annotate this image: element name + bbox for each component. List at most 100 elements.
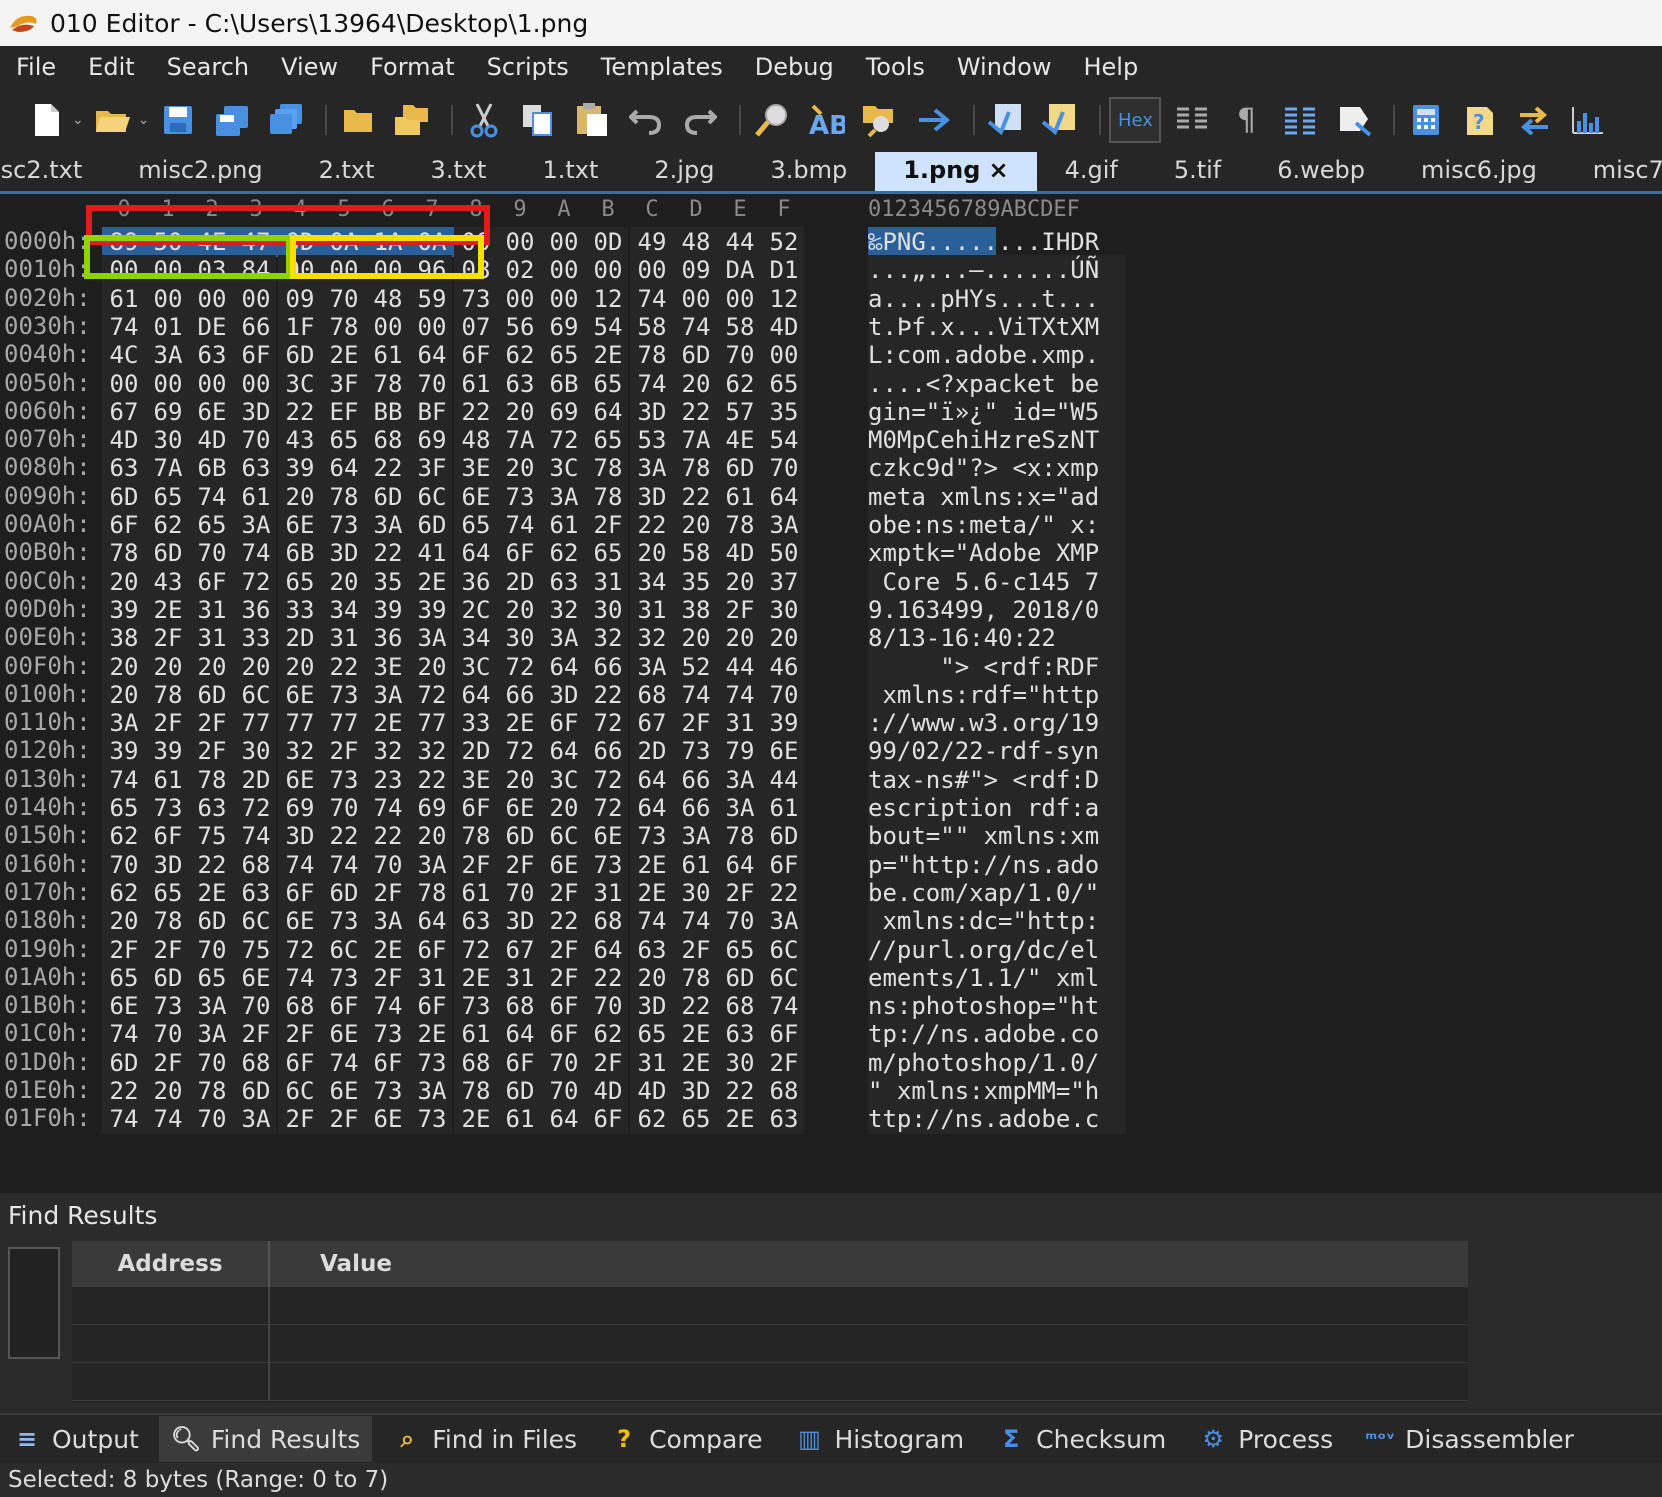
histogram-icon[interactable]: [1565, 97, 1611, 143]
hex-byte[interactable]: 6C: [234, 680, 278, 710]
hex-byte[interactable]: 34: [322, 595, 366, 625]
menu-view[interactable]: View: [265, 53, 354, 81]
hex-byte[interactable]: 62: [586, 1019, 630, 1049]
hex-byte[interactable]: 09: [278, 284, 322, 314]
hex-byte[interactable]: 6F: [498, 1048, 542, 1078]
hex-byte[interactable]: 63: [630, 935, 674, 965]
hex-byte[interactable]: 62: [146, 510, 190, 540]
find-results-options-box[interactable]: [8, 1247, 60, 1359]
hex-byte[interactable]: 78: [102, 538, 146, 568]
hex-byte[interactable]: 6D: [366, 482, 410, 512]
hex-byte[interactable]: 73: [146, 793, 190, 823]
hex-byte[interactable]: 2F: [190, 708, 234, 738]
hex-byte[interactable]: 31: [322, 623, 366, 653]
hex-byte[interactable]: 70: [410, 369, 454, 399]
hex-byte[interactable]: 3D: [322, 538, 366, 568]
hex-byte[interactable]: 20: [630, 963, 674, 993]
ascii-text[interactable]: M0MpCehiHzreSzNT: [868, 425, 1126, 456]
hex-byte[interactable]: 63: [762, 1104, 806, 1134]
bottom-tab-checksum[interactable]: Σ Checksum: [984, 1416, 1178, 1462]
hex-byte[interactable]: 6F: [542, 708, 586, 738]
hex-byte[interactable]: 63: [102, 453, 146, 483]
hex-byte[interactable]: 68: [234, 850, 278, 880]
hex-byte[interactable]: 73: [322, 680, 366, 710]
file-tab[interactable]: isc2.txt: [0, 152, 110, 191]
hex-byte[interactable]: 68: [278, 991, 322, 1021]
hex-byte[interactable]: 6D: [322, 878, 366, 908]
hex-byte[interactable]: 20: [146, 652, 190, 682]
hex-byte[interactable]: 61: [366, 340, 410, 370]
ascii-text[interactable]: ....<?xpacket be: [868, 368, 1126, 399]
hex-byte[interactable]: 33: [278, 595, 322, 625]
hex-byte[interactable]: 35: [674, 567, 718, 597]
hex-byte[interactable]: 79: [718, 736, 762, 766]
replace-icon[interactable]: AB: [803, 97, 849, 143]
hex-byte[interactable]: 78: [630, 340, 674, 370]
hex-byte[interactable]: 20: [102, 652, 146, 682]
hex-byte[interactable]: 73: [322, 765, 366, 795]
hex-byte[interactable]: 61: [146, 765, 190, 795]
hex-byte[interactable]: 12: [586, 284, 630, 314]
hex-byte[interactable]: 00: [542, 255, 586, 285]
hex-byte[interactable]: 64: [542, 1104, 586, 1134]
hex-byte[interactable]: 77: [410, 708, 454, 738]
hex-byte[interactable]: 6F: [586, 1104, 630, 1134]
hex-byte[interactable]: 65: [630, 1019, 674, 1049]
hex-byte[interactable]: 32: [542, 595, 586, 625]
hex-byte[interactable]: 22: [674, 397, 718, 427]
hex-byte[interactable]: 20: [410, 821, 454, 851]
hex-byte[interactable]: 32: [278, 736, 322, 766]
hex-byte[interactable]: 38: [102, 623, 146, 653]
hex-byte[interactable]: 64: [718, 850, 762, 880]
hex-byte[interactable]: 2F: [542, 878, 586, 908]
hex-byte[interactable]: 6F: [102, 510, 146, 540]
hex-byte[interactable]: 00: [542, 284, 586, 314]
hex-byte[interactable]: 22: [190, 850, 234, 880]
hex-byte[interactable]: 20: [410, 652, 454, 682]
hex-byte[interactable]: 6E: [322, 1019, 366, 1049]
hex-byte[interactable]: 6F: [410, 935, 454, 965]
hex-byte[interactable]: 20: [674, 623, 718, 653]
hex-byte[interactable]: 78: [674, 963, 718, 993]
hex-byte[interactable]: 2E: [366, 708, 410, 738]
hex-byte[interactable]: 30: [234, 736, 278, 766]
hex-byte[interactable]: 6F: [762, 850, 806, 880]
hex-byte[interactable]: 6E: [762, 736, 806, 766]
hex-byte[interactable]: 74: [278, 963, 322, 993]
hex-byte[interactable]: 2F: [146, 935, 190, 965]
hex-byte[interactable]: 70: [586, 991, 630, 1021]
hex-byte[interactable]: 65: [190, 963, 234, 993]
hex-byte[interactable]: 2F: [322, 1104, 366, 1134]
hex-byte[interactable]: 3A: [146, 340, 190, 370]
hex-byte[interactable]: 69: [410, 425, 454, 455]
hex-byte[interactable]: 48: [454, 425, 498, 455]
new-file-icon[interactable]: [24, 97, 70, 143]
hex-byte[interactable]: 6F: [278, 1048, 322, 1078]
hex-byte[interactable]: 74: [278, 850, 322, 880]
hex-byte[interactable]: 2E: [630, 878, 674, 908]
hex-byte[interactable]: 39: [102, 736, 146, 766]
hex-byte[interactable]: 74: [146, 1104, 190, 1134]
hex-byte[interactable]: 64: [410, 906, 454, 936]
hex-byte[interactable]: 6F: [410, 991, 454, 1021]
ascii-text[interactable]: 8/13-16:40:22: [868, 623, 1126, 654]
hex-byte[interactable]: 70: [102, 850, 146, 880]
hex-byte[interactable]: 22: [410, 765, 454, 795]
hex-byte[interactable]: 4E: [718, 425, 762, 455]
save-all-icon[interactable]: [263, 97, 309, 143]
hex-byte[interactable]: 6F: [366, 1048, 410, 1078]
hex-byte[interactable]: 65: [102, 963, 146, 993]
hex-byte[interactable]: 34: [454, 623, 498, 653]
hex-byte[interactable]: 78: [718, 821, 762, 851]
hex-byte[interactable]: 6D: [146, 538, 190, 568]
hex-byte[interactable]: 6E: [278, 510, 322, 540]
goto-icon[interactable]: [911, 97, 957, 143]
hex-byte[interactable]: 66: [498, 680, 542, 710]
find-results-row[interactable]: [72, 1363, 1468, 1401]
hex-byte[interactable]: 69: [542, 397, 586, 427]
hex-byte[interactable]: 3C: [454, 652, 498, 682]
hex-byte[interactable]: 3A: [234, 510, 278, 540]
hex-byte[interactable]: 4D: [102, 425, 146, 455]
file-tab[interactable]: 2.txt: [291, 152, 403, 191]
hex-byte[interactable]: 70: [146, 1019, 190, 1049]
